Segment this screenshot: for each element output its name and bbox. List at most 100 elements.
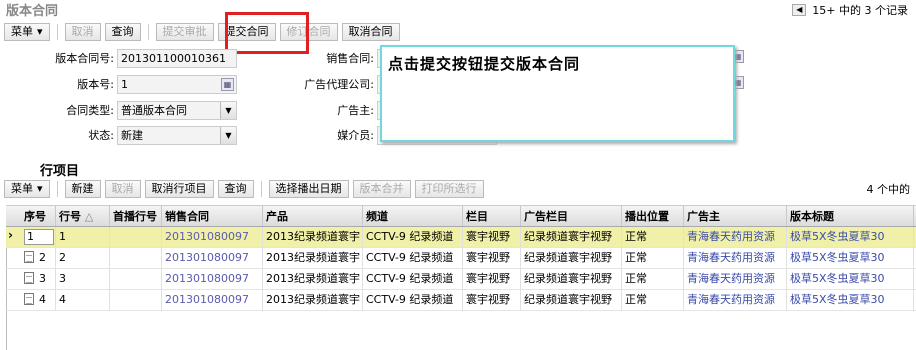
query-button[interactable]: 查询	[104, 23, 141, 41]
version-value: 1	[121, 77, 128, 91]
cell-version-title-link[interactable]: 极草5X冬虫夏草30	[787, 269, 914, 289]
col-header-version-title[interactable]: 版本标题	[787, 206, 914, 226]
document-icon	[24, 293, 34, 305]
col-header-sales[interactable]: 销售合同	[162, 206, 263, 226]
cell-program: 寰宇视野	[463, 227, 521, 247]
cell-channel: CCTV-9 纪录频道	[363, 269, 463, 289]
col-header-channel[interactable]: 频道	[363, 206, 463, 226]
cell-sales-link[interactable]: 201301080097	[162, 269, 263, 289]
cell-sales-link[interactable]: 201301080097	[162, 227, 263, 247]
print-selected-button[interactable]: 打印所选行	[414, 180, 484, 198]
sort-asc-icon: △	[84, 210, 94, 223]
col-header-ad-program[interactable]: 广告栏目	[521, 206, 622, 226]
calculator-icon[interactable]: ▦	[221, 77, 234, 91]
cell-version-title-link[interactable]: 极草5X冬虫夏草30	[787, 227, 914, 247]
cell-first	[110, 290, 162, 310]
cell-version-title-link[interactable]: 极草5X冬虫夏草30	[787, 248, 914, 268]
contract-no-row: 版本合同号: 201301100010361	[0, 48, 237, 68]
cell-seq: 2	[6, 248, 56, 268]
cell-program: 寰宇视野	[463, 248, 521, 268]
cell-program: 寰宇视野	[463, 290, 521, 310]
table-row[interactable]: 3 3 201301080097 2013纪录频道寰宇 CCTV-9 纪录频道 …	[6, 269, 916, 290]
cell-first	[110, 269, 162, 289]
dropdown-arrow-icon[interactable]: ▼	[220, 101, 236, 119]
cancel-contract-button[interactable]: 取消合同	[341, 23, 400, 41]
contract-no-label: 版本合同号:	[55, 52, 114, 65]
type-row: 合同类型: 普通版本合同 ▼	[0, 100, 237, 120]
instruction-tooltip: 点击提交按钮提交版本合同	[380, 45, 735, 142]
cell-advertiser-link[interactable]: 青海春天药用资源	[684, 248, 787, 268]
table-row[interactable]: 4 4 201301080097 2013纪录频道寰宇 CCTV-9 纪录频道 …	[6, 290, 916, 311]
merge-version-button[interactable]: 版本合并	[352, 180, 411, 198]
cell-seq: 1	[6, 227, 56, 247]
cell-advertiser-link[interactable]: 青海春天药用资源	[684, 269, 787, 289]
contract-type-select[interactable]: 普通版本合同 ▼	[117, 100, 237, 120]
page-title: 版本合同	[6, 4, 59, 19]
menu-button[interactable]: 菜单 ▾	[4, 23, 50, 41]
status-value: 新建	[121, 128, 143, 142]
col-header-first[interactable]: 首播行号	[110, 206, 162, 226]
record-pager: ◀ 15+ 中的 3 个记录	[792, 2, 908, 18]
cell-seq: 3	[6, 269, 56, 289]
cell-sales-link[interactable]: 201301080097	[162, 290, 263, 310]
status-select[interactable]: 新建 ▼	[117, 125, 237, 145]
cell-channel: CCTV-9 纪录频道	[363, 248, 463, 268]
table-row[interactable]: 1 1 201301080097 2013纪录频道寰宇 CCTV-9 纪录频道 …	[6, 227, 916, 248]
menu-label: 菜单	[11, 25, 33, 38]
col-header-product[interactable]: 产品	[263, 206, 363, 226]
line-items-title: 行项目	[40, 164, 80, 179]
col-header-advertiser[interactable]: 广告主	[684, 206, 787, 226]
version-label: 版本号:	[77, 78, 114, 91]
table-row[interactable]: 2 2 201301080097 2013纪录频道寰宇 CCTV-9 纪录频道 …	[6, 248, 916, 269]
col-header-program[interactable]: 栏目	[463, 206, 521, 226]
toolbar-divider	[56, 181, 58, 197]
lines-query-button[interactable]: 查询	[217, 180, 254, 198]
seq-edit-field[interactable]: 1	[24, 229, 54, 245]
chevron-down-icon: ▾	[37, 25, 43, 38]
col-header-position[interactable]: 播出位置	[622, 206, 684, 226]
cell-advertiser-link[interactable]: 青海春天药用资源	[684, 227, 787, 247]
col-header-line[interactable]: 行号 △	[56, 206, 110, 226]
dropdown-arrow-icon[interactable]: ▼	[220, 126, 236, 144]
lines-cancel-button[interactable]: 取消	[104, 180, 141, 198]
contract-no-field[interactable]: 201301100010361	[117, 48, 237, 68]
select-date-button[interactable]: 选择播出日期	[268, 180, 349, 198]
line-items-grid: 序号 行号 △ 首播行号 销售合同 产品 频道 栏目 广告栏目 播出位置 广告主…	[6, 205, 916, 311]
cell-program: 寰宇视野	[463, 269, 521, 289]
cell-version-title-link[interactable]: 极草5X冬虫夏草30	[787, 290, 914, 310]
cancel-button[interactable]: 取消	[64, 23, 101, 41]
prev-page-icon[interactable]: ◀	[792, 4, 807, 16]
header-toolbar: 菜单 ▾ 取消 查询 提交审批 提交合同 修订合同 取消合同	[4, 22, 400, 42]
col-header-seq[interactable]: 序号	[6, 206, 56, 226]
advertiser-label: 广告主:	[337, 104, 374, 117]
cell-product: 2013纪录频道寰宇	[263, 290, 363, 310]
cancel-line-button[interactable]: 取消行项目	[144, 180, 214, 198]
status-row: 状态: 新建 ▼	[0, 125, 237, 145]
cell-product: 2013纪录频道寰宇	[263, 227, 363, 247]
cell-channel: CCTV-9 纪录频道	[363, 290, 463, 310]
document-icon	[24, 251, 34, 263]
title-bar: 版本合同 ◀ 15+ 中的 3 个记录	[0, 0, 916, 19]
new-line-button[interactable]: 新建	[64, 180, 101, 198]
cell-ad-program: 纪录频道寰宇视野	[521, 248, 622, 268]
cell-line: 3	[56, 269, 110, 289]
cell-advertiser-link[interactable]: 青海春天药用资源	[684, 290, 787, 310]
cell-position: 正常	[622, 269, 684, 289]
submit-approval-button[interactable]: 提交审批	[155, 23, 214, 41]
tooltip-text: 点击提交按钮提交版本合同	[388, 55, 581, 73]
cell-ad-program: 纪录频道寰宇视野	[521, 290, 622, 310]
cell-position: 正常	[622, 290, 684, 310]
current-row-indicator-icon: ›	[8, 228, 13, 242]
cell-first	[110, 248, 162, 268]
seq-value: 3	[39, 272, 46, 285]
type-value: 普通版本合同	[121, 103, 187, 117]
toolbar-divider	[147, 24, 149, 40]
type-label: 合同类型:	[66, 104, 114, 117]
cell-seq: 4	[6, 290, 56, 310]
version-row: 版本号: 1 ▦	[0, 74, 237, 94]
cell-sales-link[interactable]: 201301080097	[162, 248, 263, 268]
version-field[interactable]: 1 ▦	[117, 74, 237, 94]
cell-ad-program: 纪录频道寰宇视野	[521, 227, 622, 247]
cell-line: 2	[56, 248, 110, 268]
lines-menu-button[interactable]: 菜单 ▾	[4, 180, 50, 198]
